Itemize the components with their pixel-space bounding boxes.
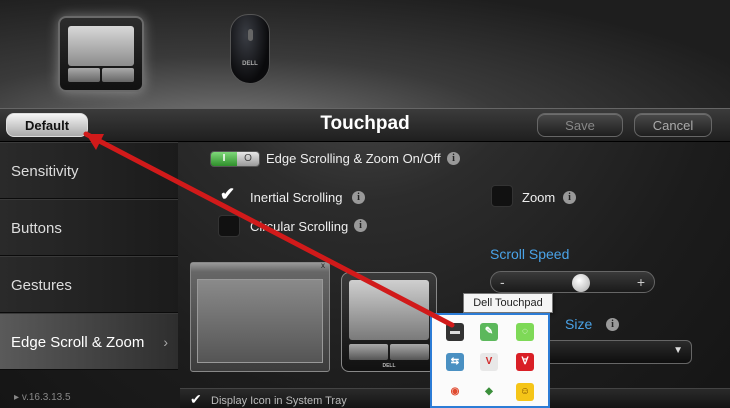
checkmark-icon: ✔ xyxy=(220,184,236,204)
circular-scrolling-checkbox[interactable] xyxy=(218,215,240,237)
evernote-tray-icon[interactable]: ✎ xyxy=(480,323,498,341)
touchpad-settings-window: DELL Default Touchpad Save Cancel Sensit… xyxy=(0,0,730,408)
mouse-device-button[interactable]: DELL xyxy=(230,14,270,84)
zoom-label: Zoom xyxy=(522,190,556,205)
header-bar: Default Touchpad Save Cancel xyxy=(0,108,730,142)
toggle-on-label: I xyxy=(211,152,237,166)
network-tray-icon[interactable]: ⇆ xyxy=(446,353,464,371)
preview-window-image: x xyxy=(190,261,330,372)
sidebar-item-label: Edge Scroll & Zoom xyxy=(11,334,145,351)
update-tray-icon[interactable]: ◆ xyxy=(480,383,498,401)
sidebar-item-edge-scroll-zoom[interactable]: Edge Scroll & Zoom › xyxy=(0,313,178,370)
display-icon-checkbox[interactable]: ✔ xyxy=(190,391,202,408)
cancel-button[interactable]: Cancel xyxy=(634,113,712,137)
zoom-checkbox[interactable] xyxy=(491,185,513,207)
info-icon[interactable]: i xyxy=(563,191,576,204)
scroll-size-title: Size xyxy=(565,316,593,332)
info-icon[interactable]: i xyxy=(606,318,619,331)
system-tray-overflow-panel: ▬ ✎ ◌ ⇆ V Ɐ ◉ ◆ ☺ xyxy=(430,313,550,408)
info-icon[interactable]: i xyxy=(352,191,365,204)
preview-brand-label: DELL xyxy=(382,363,396,369)
version-label: ▸ v.16.3.13.5 xyxy=(14,392,71,403)
scroll-speed-title: Scroll Speed xyxy=(490,246,570,262)
inertial-scrolling-checkbox[interactable]: ✔ xyxy=(218,184,240,207)
minus-icon: - xyxy=(500,274,505,290)
edge-scroll-toggle-label: Edge Scrolling & Zoom On/Off xyxy=(266,151,441,166)
preview-touchpad-image: DELL xyxy=(341,272,437,372)
toggle-off-label: O xyxy=(237,152,259,166)
display-icon-label: Display Icon in System Tray xyxy=(211,395,347,407)
info-icon[interactable]: i xyxy=(447,152,460,165)
sidebar-item-label: Gestures xyxy=(11,277,72,294)
edge-scroll-toggle[interactable]: I O xyxy=(210,151,260,167)
inertial-scrolling-label: Inertial Scrolling xyxy=(250,190,343,205)
info-icon[interactable]: i xyxy=(354,219,367,232)
chevron-right-icon: › xyxy=(163,334,168,350)
avira-tray-icon[interactable]: Ɐ xyxy=(516,353,534,371)
emoji-tray-icon[interactable]: ☺ xyxy=(516,383,534,401)
save-button[interactable]: Save xyxy=(537,113,623,137)
touchpad-device-button[interactable] xyxy=(58,16,144,92)
sidebar-item-sensitivity[interactable]: Sensitivity xyxy=(0,142,178,199)
slider-thumb[interactable] xyxy=(571,274,590,292)
page-title: Touchpad xyxy=(320,113,410,134)
scroll-size-dropdown[interactable]: ▼ xyxy=(540,340,692,364)
green-leaf-tray-icon[interactable]: ◌ xyxy=(516,323,534,341)
default-button[interactable]: Default xyxy=(6,113,88,137)
sidebar-item-label: Sensitivity xyxy=(11,163,79,180)
mouse-wheel-icon xyxy=(248,29,253,41)
dell-touchpad-tray-icon[interactable]: ▬ xyxy=(446,323,464,341)
sidebar-item-gestures[interactable]: Gestures xyxy=(0,256,178,313)
chrome-tray-icon[interactable]: ◉ xyxy=(446,383,464,401)
vivaldi-tray-icon[interactable]: V xyxy=(480,353,498,371)
scroll-speed-slider[interactable]: - + xyxy=(490,271,655,293)
plus-icon: + xyxy=(636,274,645,290)
sidebar-item-label: Buttons xyxy=(11,220,62,237)
circular-scrolling-label: Circular Scrolling xyxy=(250,219,349,234)
close-icon: x xyxy=(321,261,325,270)
sidebar: Sensitivity Buttons Gestures Edge Scroll… xyxy=(0,142,178,388)
tray-tooltip: Dell Touchpad xyxy=(463,293,553,313)
touchpad-surface-icon xyxy=(68,26,134,66)
device-selector-strip: DELL xyxy=(0,0,730,108)
sidebar-item-buttons[interactable]: Buttons xyxy=(0,199,178,256)
chevron-down-icon: ▼ xyxy=(673,345,683,356)
mouse-brand-label: DELL xyxy=(242,61,258,67)
